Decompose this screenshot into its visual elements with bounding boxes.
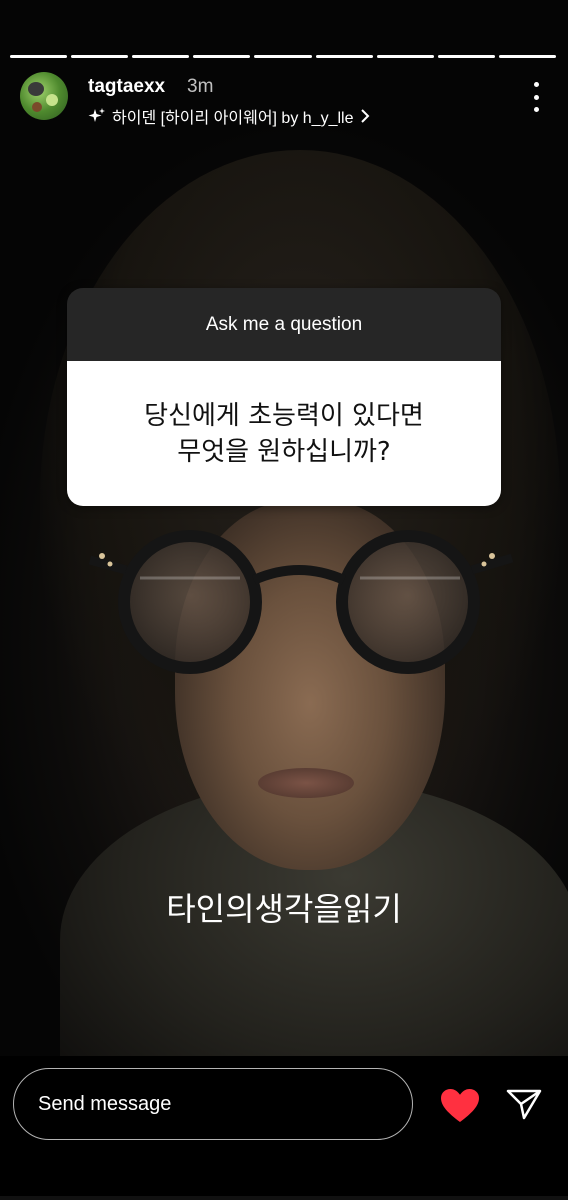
progress-segment <box>132 55 190 58</box>
username[interactable]: tagtaexx <box>88 76 165 98</box>
more-vertical-icon[interactable] <box>524 82 548 112</box>
progress-segment <box>315 55 373 58</box>
send-icon[interactable] <box>506 1088 542 1120</box>
question-sticker[interactable]: Ask me a question 당신에게 초능력이 있다면 무엇을 원하십니… <box>67 288 501 506</box>
progress-segment <box>254 55 312 58</box>
reply-bar: Send message <box>0 1056 568 1200</box>
question-sticker-header: Ask me a question <box>67 288 501 361</box>
progress-segment <box>10 55 68 58</box>
post-time: 3m <box>187 76 214 97</box>
story-caption: 타인의생각을읽기 <box>166 890 402 928</box>
story-header: tagtaexx 3m 하이덴 [하이리 아이웨어] by h_y_lle <box>20 72 548 128</box>
photo-lips <box>258 768 354 798</box>
glasses-filter <box>88 530 514 674</box>
question-sticker-text: 당신에게 초능력이 있다면 무엇을 원하십니까? <box>67 361 501 506</box>
send-message-input[interactable]: Send message <box>13 1068 413 1140</box>
question-line-2: 무엇을 원하십니까? <box>177 436 391 467</box>
progress-segment <box>437 55 495 58</box>
chevron-right-icon <box>361 109 370 123</box>
effect-label: 하이덴 [하이리 아이웨어] by h_y_lle <box>112 110 354 127</box>
sparkle-icon <box>88 108 105 122</box>
question-line-1: 당신에게 초능력이 있다면 <box>144 400 424 431</box>
progress-segment <box>193 55 251 58</box>
heart-icon[interactable] <box>440 1088 480 1124</box>
story-progress-bar <box>10 55 556 58</box>
progress-segment <box>376 55 434 58</box>
progress-segment <box>498 55 556 58</box>
avatar[interactable] <box>20 72 68 120</box>
effect-attribution[interactable]: 하이덴 [하이리 아이웨어] by h_y_lle <box>88 104 371 128</box>
progress-segment <box>71 55 129 58</box>
home-indicator <box>0 1196 568 1200</box>
